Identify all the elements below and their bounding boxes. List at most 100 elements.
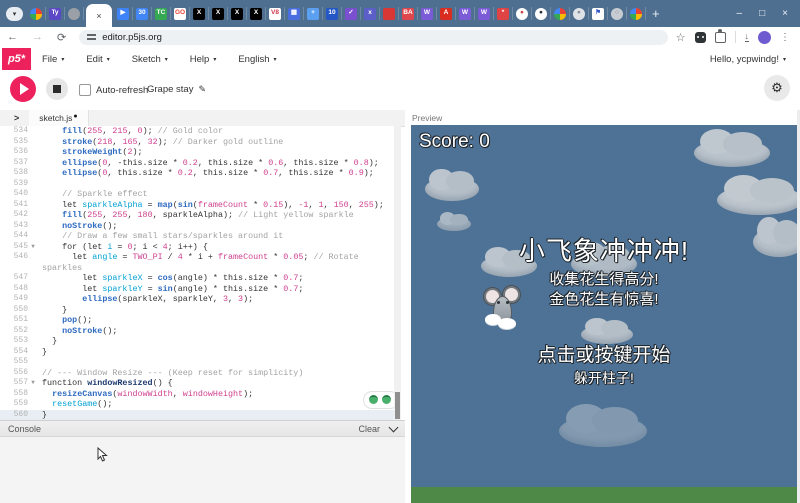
- menu-item-file[interactable]: File▾: [42, 54, 64, 65]
- active-tab[interactable]: ×: [86, 4, 112, 27]
- line-number: 541: [0, 200, 38, 211]
- code-line[interactable]: 545▼ for (let i = 0; i < 4; i++) {: [0, 242, 398, 253]
- tab-search-button[interactable]: ▾: [6, 7, 23, 21]
- site-settings-icon[interactable]: [87, 33, 96, 41]
- pinned-tab[interactable]: x: [361, 7, 380, 20]
- pinned-tab[interactable]: ▦: [285, 7, 304, 20]
- code-line[interactable]: 548 let sparkleY = sin(angle) * this.siz…: [0, 284, 398, 295]
- pinned-tab[interactable]: X: [247, 7, 266, 20]
- edit-pencil-icon[interactable]: ✎: [198, 84, 206, 95]
- pinned-tab[interactable]: [627, 7, 646, 20]
- pinned-tab[interactable]: ●: [532, 7, 551, 20]
- maximize-button[interactable]: □: [759, 8, 765, 19]
- menu-item-help[interactable]: Help▾: [190, 54, 217, 65]
- console-clear-button[interactable]: Clear: [358, 424, 380, 434]
- pinned-tab[interactable]: ⚑: [589, 7, 608, 20]
- code-line[interactable]: 535 stroke(218, 165, 32); // Darker gold…: [0, 137, 398, 148]
- code-line[interactable]: 553 }: [0, 336, 398, 347]
- pinned-tab[interactable]: ○: [608, 7, 627, 20]
- code-line[interactable]: 547 let sparkleX = cos(angle) * this.siz…: [0, 273, 398, 284]
- code-line[interactable]: 543 noStroke();: [0, 221, 398, 232]
- code-line[interactable]: 551 pop();: [0, 315, 398, 326]
- minimize-button[interactable]: –: [737, 8, 743, 19]
- project-name[interactable]: Grape stay: [147, 84, 193, 95]
- pinned-tab[interactable]: 30: [133, 7, 152, 20]
- pinned-tab[interactable]: W: [418, 7, 437, 20]
- code-line[interactable]: 549 ellipse(sparkleX, sparkleY, 3, 3);: [0, 294, 398, 305]
- stop-button[interactable]: [46, 78, 68, 100]
- browser-menu-icon[interactable]: ⋮: [780, 32, 790, 43]
- pinned-tab[interactable]: +: [304, 7, 323, 20]
- download-icon[interactable]: ↓: [745, 32, 750, 42]
- code-line[interactable]: 542 fill(255, 255, 180, sparkleAlpha); /…: [0, 210, 398, 221]
- pinned-tab[interactable]: [27, 7, 46, 20]
- menu-item-edit[interactable]: Edit▾: [86, 54, 109, 65]
- url-field[interactable]: editor.p5js.org: [79, 30, 667, 45]
- close-button[interactable]: ×: [782, 8, 788, 19]
- file-tab-sketchjs[interactable]: sketch.js ●: [29, 110, 88, 126]
- reload-button[interactable]: ⟳: [50, 31, 73, 44]
- code-line[interactable]: 555: [0, 357, 398, 368]
- pinned-tab[interactable]: X: [209, 7, 228, 20]
- bookmark-star-icon[interactable]: ☆: [676, 31, 686, 44]
- auto-refresh-checkbox[interactable]: [79, 84, 91, 96]
- pinned-tab[interactable]: ✓: [342, 7, 361, 20]
- forward-button[interactable]: →: [25, 31, 50, 43]
- code-line[interactable]: 540 // Sparkle effect: [0, 189, 398, 200]
- pinned-tab[interactable]: 10: [323, 7, 342, 20]
- code-line[interactable]: 554}: [0, 347, 398, 358]
- tab-close-icon[interactable]: ×: [96, 11, 101, 21]
- code-line[interactable]: 560}: [0, 410, 398, 421]
- pinned-tab[interactable]: ●: [513, 7, 532, 20]
- code-line[interactable]: 539: [0, 179, 398, 190]
- line-number: 551: [0, 315, 38, 326]
- game-canvas[interactable]: Score: 0 小飞象冲冲冲! 收集花生得高分! 金色花生有惊喜! 点击或按键…: [411, 125, 797, 503]
- settings-button[interactable]: ⚙: [764, 75, 790, 101]
- pinned-tab[interactable]: Ty: [46, 7, 65, 20]
- pinned-tab[interactable]: BA: [399, 7, 418, 20]
- pinned-tab[interactable]: GO: [171, 7, 190, 20]
- back-button[interactable]: ←: [0, 31, 25, 43]
- profile-avatar[interactable]: [758, 31, 771, 44]
- code-line[interactable]: 552 noStroke();: [0, 326, 398, 337]
- code-line[interactable]: 538 ellipse(0, this.size * 0.2, this.siz…: [0, 168, 398, 179]
- new-tab-button[interactable]: +: [652, 6, 660, 21]
- pinned-tab[interactable]: W: [475, 7, 494, 20]
- editor-scrollbar-thumb[interactable]: [395, 392, 400, 419]
- code-line[interactable]: 546 let angle = TWO_PI / 4 * i + frameCo…: [0, 252, 398, 273]
- pinned-tab[interactable]: [65, 7, 84, 20]
- pinned-tab[interactable]: ▶: [114, 7, 133, 20]
- pinned-tab[interactable]: X: [228, 7, 247, 20]
- pinned-tab[interactable]: A: [437, 7, 456, 20]
- code-editor[interactable]: 534 fill(255, 215, 0); // Gold color535 …: [0, 126, 398, 420]
- code-line[interactable]: 558 resizeCanvas(windowWidth, windowHeig…: [0, 389, 398, 400]
- pinned-tab[interactable]: X: [190, 7, 209, 20]
- account-menu[interactable]: Hello, ycpwindg! ▾: [710, 54, 786, 65]
- console-collapse-icon[interactable]: [389, 422, 399, 432]
- pinned-tab[interactable]: [551, 7, 570, 20]
- code-line[interactable]: 534 fill(255, 215, 0); // Gold color: [0, 126, 398, 137]
- pinned-tab[interactable]: W: [456, 7, 475, 20]
- editor-scrollbar[interactable]: [394, 126, 401, 420]
- sidebar-expand-button[interactable]: >: [0, 113, 29, 123]
- code-text: [38, 357, 398, 368]
- menu-item-sketch[interactable]: Sketch▾: [132, 54, 168, 65]
- code-line[interactable]: 557▼function windowResized() {: [0, 378, 398, 389]
- play-button[interactable]: [10, 76, 36, 102]
- extensions-puzzle-icon[interactable]: [715, 32, 726, 43]
- pinned-tab[interactable]: TC: [152, 7, 171, 20]
- code-line[interactable]: 550 }: [0, 305, 398, 316]
- pinned-tab[interactable]: V8: [266, 7, 285, 20]
- pinned-tab[interactable]: ●: [570, 7, 589, 20]
- extension-icon[interactable]: [695, 32, 706, 43]
- code-line[interactable]: 536 strokeWeight(2);: [0, 147, 398, 158]
- code-line[interactable]: 541 let sparkleAlpha = map(sin(frameCoun…: [0, 200, 398, 211]
- code-line[interactable]: 556// --- Window Resize --- (Keep reset …: [0, 368, 398, 379]
- p5-logo[interactable]: p5*: [2, 48, 31, 70]
- code-line[interactable]: 537 ellipse(0, -this.size * 0.2, this.si…: [0, 158, 398, 169]
- pinned-tab[interactable]: [380, 7, 399, 20]
- menu-item-english[interactable]: English▾: [238, 54, 276, 65]
- code-line[interactable]: 544 // Draw a few small stars/sparkles a…: [0, 231, 398, 242]
- code-line[interactable]: 559 resetGame();: [0, 399, 398, 410]
- pinned-tab[interactable]: *: [494, 7, 513, 20]
